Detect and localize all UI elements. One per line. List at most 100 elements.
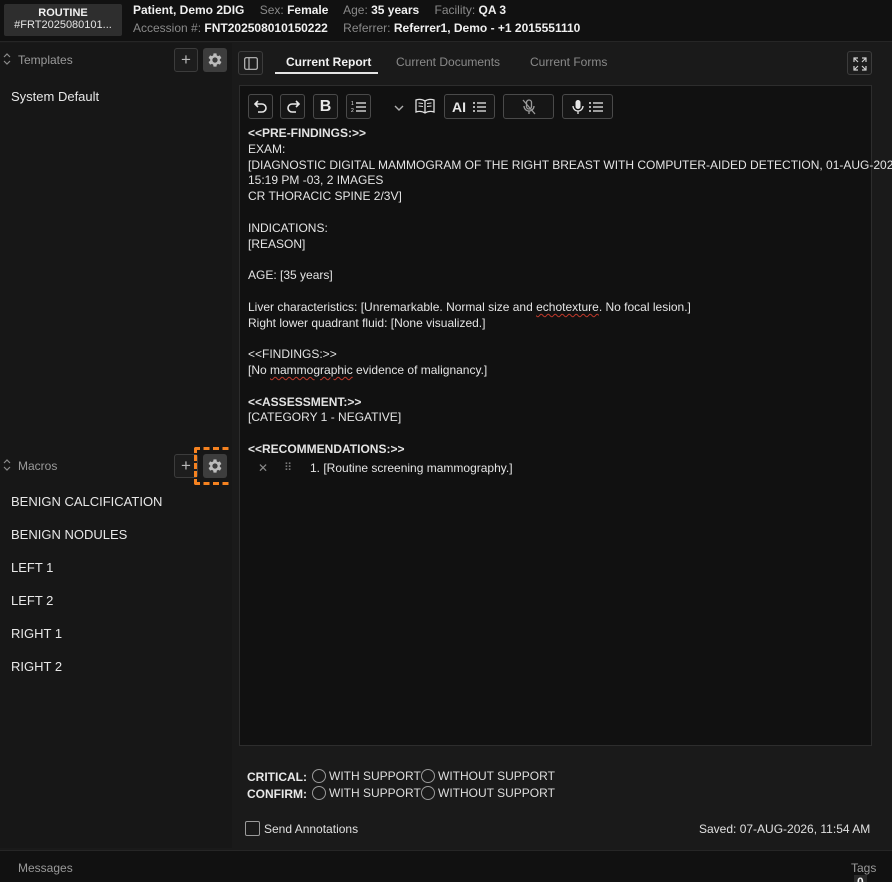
priority-badge[interactable]: ROUTINE #FRT2025080101... <box>4 4 122 36</box>
tags-label: Tags <box>851 861 877 875</box>
dictation-off-button[interactable] <box>503 94 554 119</box>
critical-label: CRITICAL: <box>247 770 307 784</box>
active-tab-indicator <box>275 72 378 74</box>
redo-button[interactable] <box>280 94 305 119</box>
macros-settings-button[interactable] <box>203 454 227 478</box>
age-label: Age: <box>343 3 368 17</box>
tab-current-report[interactable]: Current Report <box>286 55 371 69</box>
reference-button[interactable] <box>415 98 435 117</box>
rlq-line: Right lower quadrant fluid: [None visual… <box>248 315 486 330</box>
confirm-without-support-radio[interactable] <box>421 786 435 800</box>
confirm-with-support-label[interactable]: WITH SUPPORT <box>329 786 421 800</box>
macro-item[interactable]: BENIGN NODULES <box>11 527 221 560</box>
mic-list-icon <box>572 100 603 114</box>
findings-value: [No mammographic evidence of malignancy.… <box>248 362 488 377</box>
exam-line: 15:19 PM -03, 2 IMAGES <box>248 173 384 188</box>
confirm-with-support-radio[interactable] <box>312 786 326 800</box>
sidebar-toggle-button[interactable] <box>238 51 263 75</box>
tags-count: 0 <box>854 875 867 882</box>
macros-title: Macros <box>18 459 58 473</box>
templates-settings-button[interactable] <box>203 48 227 72</box>
bottom-bar: Messages Tags0 <box>0 850 892 882</box>
exam-line: CR THORACIC SPINE 2/3V] <box>248 189 402 204</box>
bold-icon: B <box>319 98 332 115</box>
priority-label: ROUTINE <box>38 7 88 19</box>
tab-current-forms[interactable]: Current Forms <box>530 55 607 69</box>
age-line: AGE: [35 years] <box>248 268 333 283</box>
confirm-without-support-label[interactable]: WITHOUT SUPPORT <box>438 786 555 800</box>
spellcheck-flag[interactable]: mammographic <box>270 363 353 377</box>
template-item-system-default[interactable]: System Default <box>11 89 99 104</box>
liver-line: Liver characteristics: [Unremarkable. No… <box>248 299 691 314</box>
dictation-menu-button[interactable] <box>562 94 613 119</box>
report-body[interactable]: <<PRE-FINDINGS:>> EXAM: [DIAGNOSTIC DIGI… <box>248 126 892 478</box>
svg-text:2: 2 <box>351 108 354 114</box>
chevron-down-icon <box>394 105 404 111</box>
accession-value: FNT202508010150222 <box>204 21 328 35</box>
gear-icon <box>208 53 222 67</box>
svg-text:1: 1 <box>351 101 354 107</box>
send-annotations-label[interactable]: Send Annotations <box>264 822 358 836</box>
add-macro-button[interactable]: + <box>174 454 198 478</box>
recommendation-text: 1. [Routine screening mammography.] <box>310 460 513 475</box>
exam-label: EXAM: <box>248 141 286 156</box>
accession-label: Accession #: <box>133 21 202 35</box>
undo-icon <box>254 100 267 113</box>
pre-findings-header: <<PRE-FINDINGS:>> <box>248 126 367 140</box>
critical-with-support-label[interactable]: WITH SUPPORT <box>329 769 421 783</box>
recommendation-item: ✕ ⠿ 1. [Routine screening mammography.] <box>248 458 864 478</box>
chevron-collapse-icon[interactable] <box>3 53 11 68</box>
add-template-button[interactable]: + <box>174 48 198 72</box>
confirm-label: CONFIRM: <box>247 787 307 801</box>
tab-bar: Current Report Current Documents Current… <box>232 43 892 83</box>
bold-button[interactable]: B <box>313 94 338 119</box>
expand-icon <box>853 57 867 71</box>
spellcheck-flag[interactable]: echotexture <box>536 300 599 314</box>
gear-icon <box>208 459 222 473</box>
redo-icon <box>287 100 300 113</box>
sidebar-toggle-icon <box>244 57 258 70</box>
facility-value: QA 3 <box>478 3 507 17</box>
macro-item[interactable]: RIGHT 2 <box>11 659 221 692</box>
exam-line: [DIAGNOSTIC DIGITAL MAMMOGRAM OF THE RIG… <box>248 157 892 172</box>
mic-off-icon <box>522 99 536 115</box>
chevron-collapse-icon[interactable] <box>3 459 11 474</box>
templates-title: Templates <box>18 53 73 67</box>
messages-toggle[interactable]: Messages <box>18 861 73 875</box>
close-icon[interactable]: ✕ <box>258 461 268 477</box>
macro-item[interactable]: LEFT 2 <box>11 593 221 626</box>
assessment-header: <<ASSESSMENT:>> <box>248 394 362 409</box>
undo-button[interactable] <box>248 94 273 119</box>
patient-info-row: Patient, Demo 2DIG Sex: Female Age: 35 y… <box>133 3 506 17</box>
facility-label: Facility: <box>434 3 476 17</box>
macro-item[interactable]: RIGHT 1 <box>11 626 221 659</box>
macro-list: BENIGN CALCIFICATION BENIGN NODULES LEFT… <box>11 494 221 692</box>
sex-label: Sex: <box>259 3 284 17</box>
patient-header: ROUTINE #FRT2025080101... Patient, Demo … <box>0 0 892 42</box>
findings-header: <<FINDINGS:>> <box>248 347 337 362</box>
referrer-value: Referrer1, Demo - +1 2015551110 <box>393 21 581 35</box>
critical-without-support-label[interactable]: WITHOUT SUPPORT <box>438 769 555 783</box>
critical-without-support-radio[interactable] <box>421 769 435 783</box>
send-annotations-checkbox[interactable] <box>245 821 260 836</box>
accession-info-row: Accession #: FNT202508010150222 Referrer… <box>133 21 580 35</box>
book-icon <box>415 98 435 114</box>
assessment-value: [CATEGORY 1 - NEGATIVE] <box>248 410 402 425</box>
critical-with-support-radio[interactable] <box>312 769 326 783</box>
ai-assist-button[interactable]: AI <box>444 94 495 119</box>
macro-item[interactable]: BENIGN CALCIFICATION <box>11 494 221 527</box>
age-value: 35 years <box>371 3 420 17</box>
ai-label: AI <box>452 99 466 115</box>
macro-item[interactable]: LEFT 1 <box>11 560 221 593</box>
list-options-dropdown[interactable] <box>394 101 404 115</box>
templates-header: Templates + <box>0 45 232 75</box>
drag-handle-icon[interactable]: ⠿ <box>284 461 292 477</box>
numbered-list-button[interactable]: 12 <box>346 94 371 119</box>
tags-toggle[interactable]: Tags0 <box>851 861 892 882</box>
ai-list-icon <box>473 102 486 112</box>
expand-button[interactable] <box>847 51 872 75</box>
report-editor[interactable]: B 12 AI <<PRE-FINDINGS:>> EXAM: [DIAGNOS… <box>239 85 892 746</box>
tab-current-documents[interactable]: Current Documents <box>396 55 500 69</box>
saved-status: Saved: 07-AUG-2026, 11:54 AM <box>699 822 871 836</box>
macros-header: Macros + <box>0 451 232 481</box>
